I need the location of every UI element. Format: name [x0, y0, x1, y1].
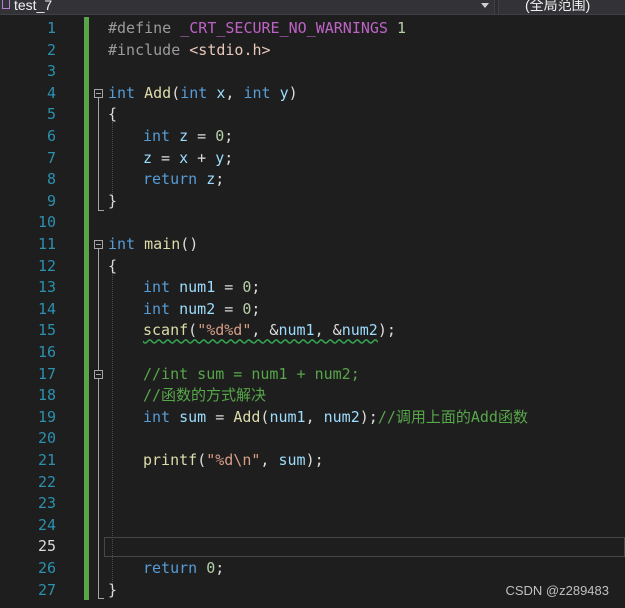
code-line-27[interactable]: }: [108, 579, 117, 601]
code-line-14[interactable]: int num2 = 0;: [143, 298, 260, 320]
line-number: 24: [37, 515, 56, 534]
code-line-18[interactable]: //函数的方式解决: [143, 384, 266, 406]
line-number: 17: [37, 364, 56, 383]
code-line-8[interactable]: return z;: [143, 168, 224, 190]
code-line-2[interactable]: #include <stdio.h>: [108, 39, 271, 61]
code-line-26[interactable]: return 0;: [143, 557, 224, 579]
line-number: 14: [37, 299, 56, 318]
line-number: 23: [37, 494, 56, 513]
line-number: 4: [46, 83, 56, 102]
line-number: 6: [46, 127, 56, 145]
navigation-bar: test_7 (全局范围): [0, 0, 625, 15]
line-number: 16: [37, 343, 56, 361]
change-tracking-bar: [84, 17, 89, 600]
outline-end: [98, 210, 104, 211]
line-number: 11: [37, 235, 56, 253]
watermark: CSDN @z289483: [505, 583, 609, 598]
indent-guide: [112, 122, 113, 198]
line-number: 2: [46, 40, 56, 59]
line-number: 19: [37, 407, 56, 426]
code-line-21[interactable]: printf("%d\n", sum);: [143, 449, 324, 471]
line-number: 21: [37, 451, 56, 469]
code-line-9[interactable]: }: [108, 190, 117, 212]
collapse-icon[interactable]: [94, 89, 103, 98]
current-line-highlight: [104, 537, 625, 557]
code-line-11[interactable]: int main(): [108, 233, 198, 255]
line-number: 8: [46, 170, 56, 189]
project-dropdown[interactable]: test_7: [0, 0, 495, 14]
line-number: 18: [37, 386, 56, 405]
code-line-6[interactable]: int z = 0;: [143, 125, 233, 147]
line-number: 1: [46, 19, 56, 37]
line-number: 22: [37, 472, 56, 491]
code-line-4[interactable]: int Add(int x, int y): [108, 82, 298, 104]
line-number: 25: [37, 537, 56, 556]
line-number: 13: [37, 278, 56, 297]
code-line-19[interactable]: int sum = Add(num1, num2);//调用上面的Add函数: [143, 406, 528, 428]
code-line-1[interactable]: #define _CRT_SECURE_NO_WARNINGS 1: [108, 17, 406, 39]
collapse-icon[interactable]: [94, 240, 103, 249]
line-number: 15: [37, 321, 56, 340]
code-line-12[interactable]: {: [108, 255, 117, 277]
code-line-5[interactable]: {: [108, 103, 117, 125]
scope-label: (全局范围): [525, 0, 591, 13]
line-number: 27: [37, 580, 56, 599]
code-line-13[interactable]: int num1 = 0;: [143, 276, 260, 298]
scope-dropdown[interactable]: (全局范围): [498, 0, 625, 14]
code-line-17[interactable]: //int sum = num1 + num2;: [143, 363, 360, 385]
code-line-15[interactable]: scanf("%d%d", &num1, &num2);: [143, 319, 396, 341]
project-icon: [2, 0, 10, 9]
line-number: 26: [37, 559, 56, 577]
line-number: 12: [37, 256, 56, 275]
line-number: 3: [46, 62, 56, 81]
outline-end: [98, 598, 104, 599]
outline-line: [98, 249, 99, 598]
project-name: test_7: [14, 0, 53, 13]
collapse-icon[interactable]: [94, 370, 103, 379]
line-number: 5: [46, 105, 56, 124]
code-line-7[interactable]: z = x + y;: [143, 147, 233, 169]
outline-line: [98, 98, 99, 210]
line-number: 9: [46, 191, 56, 210]
chevron-down-icon[interactable]: [481, 3, 489, 8]
line-number: 7: [46, 148, 56, 167]
line-number: 20: [37, 429, 56, 448]
warning-squiggle[interactable]: scanf("%d%d", &num1, &num2: [143, 321, 378, 339]
line-number: 10: [37, 213, 56, 232]
